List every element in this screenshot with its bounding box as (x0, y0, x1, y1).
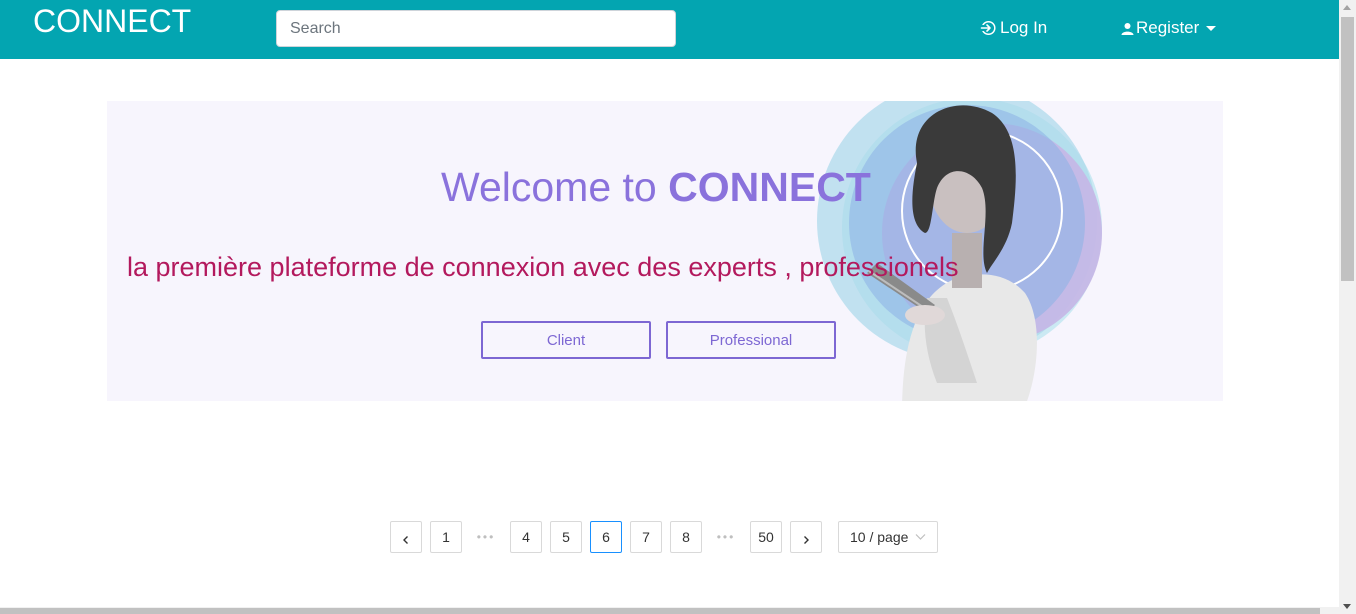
horizontal-scrollbar[interactable] (0, 607, 1339, 614)
horizontal-scroll-thumb[interactable] (0, 608, 1320, 614)
page-50[interactable]: 50 (750, 521, 782, 553)
welcome-brand: CONNECT (668, 164, 871, 210)
page-8[interactable]: 8 (670, 521, 702, 553)
register-dropdown[interactable]: Register (1121, 18, 1217, 38)
login-link[interactable]: Log In (980, 18, 1047, 38)
client-button[interactable]: Client (481, 321, 651, 359)
caret-down-icon (1206, 25, 1217, 31)
brand-logo[interactable]: CONNECT (33, 4, 191, 38)
chevron-right-icon (804, 536, 809, 544)
login-label: Log In (1000, 18, 1048, 37)
scroll-down-arrow-icon[interactable] (1343, 604, 1351, 609)
vertical-scroll-thumb[interactable] (1341, 17, 1354, 281)
sign-in-icon (980, 20, 996, 36)
next-page-button[interactable] (790, 521, 822, 553)
page-size-value: 10 / page (850, 529, 909, 545)
page-7[interactable]: 7 (630, 521, 662, 553)
page-4[interactable]: 4 (510, 521, 542, 553)
welcome-heading: Welcome to CONNECT (441, 163, 871, 211)
prev-page-button[interactable] (390, 521, 422, 553)
page-5[interactable]: 5 (550, 521, 582, 553)
page-ellipsis-next[interactable]: ••• (710, 521, 742, 553)
hero-banner: Welcome to CONNECT la première plateform… (107, 101, 1223, 401)
page-6-current[interactable]: 6 (590, 521, 622, 553)
register-label: Register (1136, 18, 1200, 37)
page-size-select[interactable]: 10 / page (838, 521, 938, 553)
search-input[interactable] (276, 10, 676, 47)
professional-button[interactable]: Professional (666, 321, 836, 359)
pagination: 1 ••• 4 5 6 7 8 ••• 50 10 / page (390, 521, 938, 553)
chevron-left-icon (403, 536, 408, 544)
welcome-prefix: Welcome to (441, 164, 657, 210)
hero-tagline: la première plateforme de connexion avec… (127, 252, 959, 282)
top-navbar: CONNECT Log In Register (0, 0, 1339, 59)
vertical-scrollbar[interactable] (1339, 0, 1356, 614)
scroll-up-arrow-icon[interactable] (1343, 5, 1351, 10)
chevron-down-icon (915, 534, 926, 540)
page-ellipsis-prev[interactable]: ••• (470, 521, 502, 553)
user-icon (1121, 22, 1134, 35)
page-1[interactable]: 1 (430, 521, 462, 553)
